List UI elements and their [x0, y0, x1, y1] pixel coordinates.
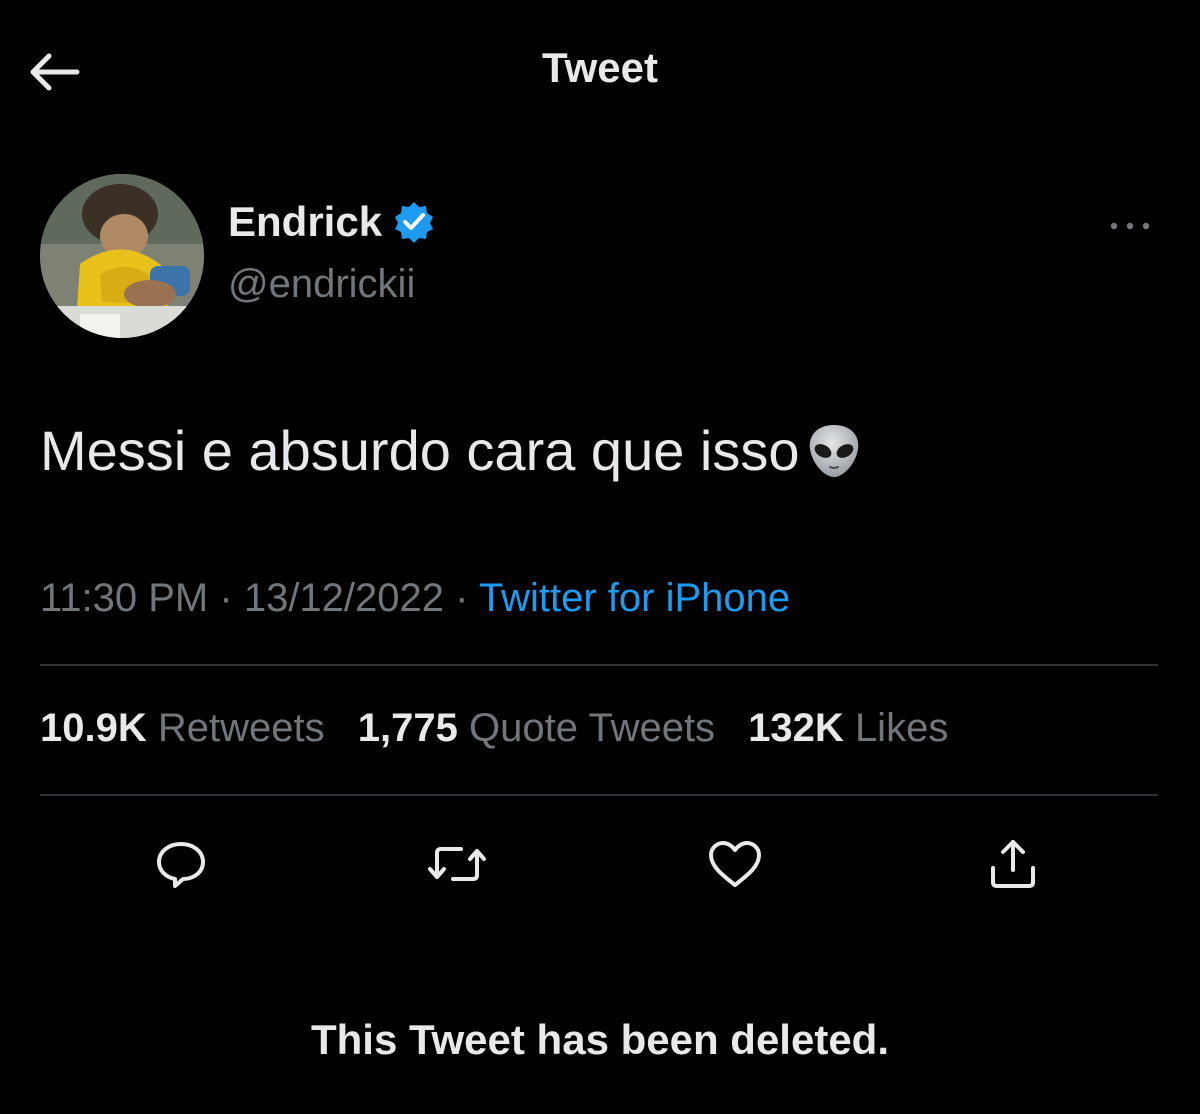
alien-emoji-icon: [809, 424, 858, 477]
tweet-source-link[interactable]: Twitter for iPhone: [479, 576, 790, 620]
divider: [40, 794, 1158, 796]
share-icon: [991, 840, 1035, 888]
retweets-stat[interactable]: 10.9K Retweets: [40, 706, 325, 751]
more-dots-icon: [1110, 222, 1150, 230]
tweet-time: 11:30 PM: [40, 576, 209, 620]
tweet-text: Messi e absurdo cara que isso: [40, 419, 800, 482]
author-handle[interactable]: @endrickii: [228, 262, 415, 307]
reply-icon: [157, 842, 205, 888]
meta-separator: ·: [219, 576, 233, 620]
tweet-stats: 10.9K Retweets 1,775 Quote Tweets 132K L…: [40, 706, 970, 751]
page-title: Tweet: [542, 44, 658, 91]
tweet-body: Messi e absurdo cara que isso: [40, 418, 864, 483]
display-name: Endrick: [228, 198, 383, 245]
like-button[interactable]: [700, 834, 770, 894]
share-button[interactable]: [978, 834, 1048, 894]
tweet-metadata: 11:30 PM · 13/12/2022 · Twitter for iPho…: [40, 576, 790, 621]
meta-separator: ·: [455, 576, 469, 620]
quote-tweets-stat[interactable]: 1,775 Quote Tweets: [358, 706, 715, 751]
divider: [40, 664, 1158, 666]
tweet-date: 13/12/2022: [243, 576, 445, 620]
retweet-button[interactable]: [422, 834, 492, 894]
avatar-photo: [40, 174, 204, 338]
quote-tweets-label: Quote Tweets: [468, 706, 716, 750]
likes-stat[interactable]: 132K Likes: [748, 706, 948, 751]
retweets-label: Retweets: [157, 706, 325, 750]
avatar[interactable]: [40, 174, 204, 338]
retweet-icon: [428, 847, 486, 881]
author-name-row[interactable]: Endrick: [228, 198, 436, 246]
quote-tweets-count: 1,775: [357, 706, 458, 750]
likes-label: Likes: [854, 706, 949, 750]
like-icon: [709, 841, 761, 887]
deleted-notice: This Tweet has been deleted.: [310, 1016, 890, 1063]
verified-badge-icon: [395, 202, 434, 243]
likes-count: 132K: [748, 706, 844, 750]
top-bar: Tweet: [0, 0, 1200, 140]
more-options-button[interactable]: [1100, 206, 1160, 246]
reply-button[interactable]: [146, 834, 216, 894]
retweets-count: 10.9K: [40, 706, 147, 750]
